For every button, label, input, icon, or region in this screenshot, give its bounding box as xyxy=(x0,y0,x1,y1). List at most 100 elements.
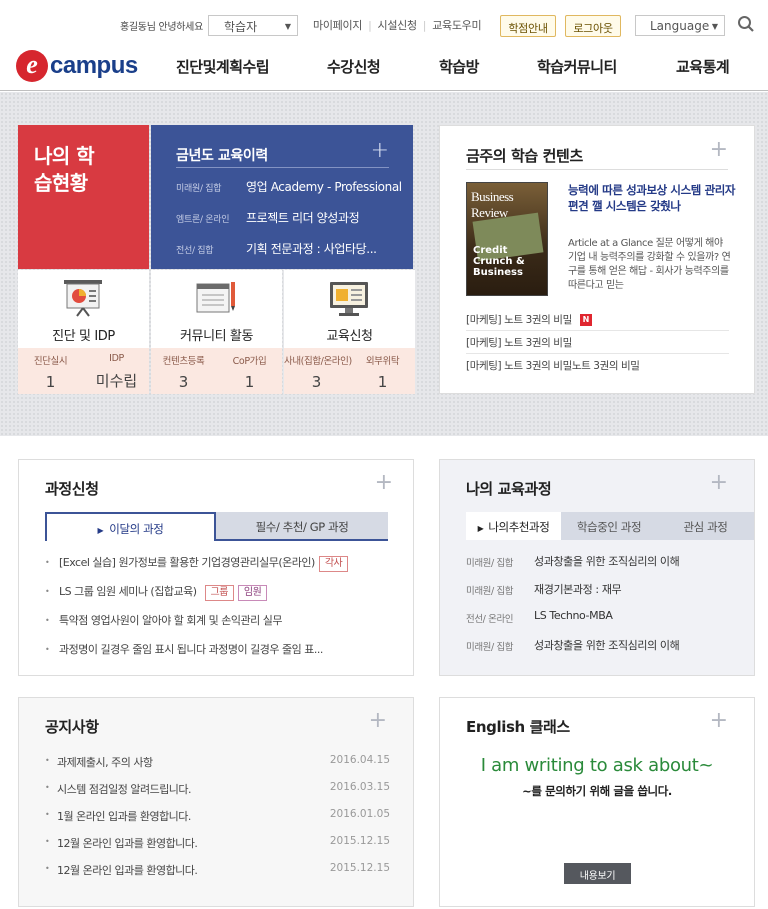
tab-recommended[interactable]: ▶ 나의추천과정 xyxy=(466,512,561,540)
nav-community[interactable]: 학습커뮤니티 xyxy=(537,56,617,77)
notebook-pencil-icon xyxy=(196,282,235,313)
diagnosis-idp-tile[interactable]: 진단 및 IDP 진단실시 1 IDP 미수립 xyxy=(18,270,149,394)
history-row[interactable]: 미래원/ 집합 영업 Academy - Professional xyxy=(176,178,402,196)
nav-enrollment[interactable]: 수강신청 xyxy=(327,56,381,77)
nav-diagnosis[interactable]: 진단및계획수립 xyxy=(176,56,270,77)
english-class-panel: English 클래스 + I am writing to ask about~… xyxy=(439,697,755,907)
bullet: • xyxy=(45,756,50,765)
more-plus-icon[interactable]: + xyxy=(375,470,393,495)
list-item[interactable]: • [Excel 실습] 원가정보를 활용한 기업경영관리실무(온라인) 각사 xyxy=(45,552,395,581)
history-row[interactable]: 전선/ 집합 기획 전문과정 : 사업타당... xyxy=(176,240,393,258)
notice-text: 12월 온라인 입과를 환영합니다. xyxy=(57,837,198,850)
stat-value: 1 xyxy=(377,373,388,391)
tab-interested[interactable]: 관심 과정 xyxy=(657,512,754,540)
history-category: 전선/ 집합 xyxy=(176,246,214,256)
language-select[interactable]: Language ▼ xyxy=(635,15,725,36)
list-item-text: [마케팅] 노트 3권의 비밀 xyxy=(466,337,572,349)
more-plus-icon[interactable]: + xyxy=(710,708,728,733)
course-tabs: ▶ 이달의 과정 필수/ 추천/ GP 과정 xyxy=(45,512,388,541)
more-plus-icon[interactable]: + xyxy=(710,470,728,495)
list-item[interactable]: [마케팅] 노트 3권의 비밀 N xyxy=(466,308,729,331)
tab-in-progress[interactable]: 학습중인 과정 xyxy=(561,512,657,540)
list-item[interactable]: 미래원/ 집합 성과창출을 위한 조직심리의 이해 xyxy=(466,632,736,660)
list-item[interactable]: • 12월 온라인 입과를 환영합니다. 2015.12.15 xyxy=(45,835,390,862)
nav-study-room[interactable]: 학습방 xyxy=(439,56,479,77)
mypage-link[interactable]: 마이페이지 xyxy=(313,17,362,33)
education-request-tile[interactable]: 교육신청 사내(집합/온라인) 3 외부위탁 1 xyxy=(284,270,415,394)
education-history-title: 금년도 교육이력 xyxy=(176,148,268,164)
logo-text: campus xyxy=(50,52,138,79)
book-description: Article at a Glance 질문 어떻게 해야 기업 내 능력주의를… xyxy=(568,238,731,291)
community-activity-tile[interactable]: 커뮤니티 활동 컨텐츠등록 3 CoP가입 1 xyxy=(151,270,282,394)
tile-label: 교육신청 xyxy=(326,329,373,344)
list-item[interactable]: [마케팅] 노트 3권의 비밀 xyxy=(466,331,729,354)
bullet: • xyxy=(45,587,50,596)
history-row[interactable]: 엠트론/ 온라인 프로젝트 리더 양성과정 xyxy=(176,209,393,227)
notice-date: 2016.01.05 xyxy=(329,808,390,820)
english-sentence: I am writing to ask about~ xyxy=(480,755,714,776)
list-item-text: [마케팅] 노트 3권의 비밀 xyxy=(466,314,572,326)
course-category: 미래원/ 집합 xyxy=(466,586,514,597)
list-item-text: 과정명이 길경우 줄임 표시 됩니다 과정명이 길경우 줄임 표... xyxy=(59,643,323,656)
list-item[interactable]: • 1월 온라인 입과를 환영합니다. 2016.01.05 xyxy=(45,808,390,835)
more-plus-icon[interactable]: + xyxy=(371,138,389,163)
list-item-text: 특약점 영업사원이 알아야 할 회계 및 손익관리 실무 xyxy=(59,614,283,627)
utility-links: 마이페이지 | 시설신청 | 교육도우미 xyxy=(313,17,482,33)
more-plus-icon[interactable]: + xyxy=(710,137,728,162)
cover-subtitle: Credit Crunch & Business xyxy=(473,245,525,278)
notice-text: 시스템 점검일정 알려드립니다. xyxy=(57,783,192,796)
course-name: LS Techno-MBA xyxy=(534,609,613,622)
view-content-button[interactable]: 내용보기 xyxy=(564,863,631,884)
notice-text: 1월 온라인 입과를 환영합니다. xyxy=(57,810,191,823)
book-title-link[interactable]: 능력에 따른 성과보상 시스템 관리자 편견 깰 시스템은 갖췄나 xyxy=(568,182,738,214)
book-cover-image[interactable]: Business Review Credit Crunch & Business xyxy=(466,182,548,296)
list-item[interactable]: • 과제제출시, 주의 사항 2016.04.15 xyxy=(45,754,390,781)
course-application-title: 과정신청 xyxy=(45,480,99,498)
history-course: 기획 전문과정 : 사업타당... xyxy=(246,242,377,256)
stat-item: 사내(집합/온라인) 3 xyxy=(284,348,352,391)
stat-item: 진단실시 1 xyxy=(18,348,83,391)
list-item[interactable]: 전선/ 온라인 LS Techno-MBA xyxy=(466,604,736,632)
logout-button[interactable]: 로그아웃 xyxy=(565,15,621,37)
bullet: • xyxy=(45,837,50,846)
course-name: 성과창출을 위한 조직심리의 이해 xyxy=(534,555,680,568)
logo[interactable]: e campus xyxy=(16,48,138,82)
notice-title: 공지사항 xyxy=(45,718,99,736)
tile-stats: 사내(집합/온라인) 3 외부위탁 1 xyxy=(284,348,415,394)
bullet: • xyxy=(45,558,50,567)
course-category: 미래원/ 집합 xyxy=(466,642,514,653)
help-link[interactable]: 교육도우미 xyxy=(432,17,481,33)
list-item[interactable]: • LS 그룹 임원 세미나 (집합교육) 그룹 임원 xyxy=(45,581,395,610)
role-select-value: 학습자 xyxy=(224,20,258,34)
main-header: e campus 진단및계획수립 수강신청 학습방 학습커뮤니티 교육통계 xyxy=(0,38,768,91)
list-item[interactable]: [마케팅] 노트 3권의 비밀노트 3권의 비밀 xyxy=(466,354,729,377)
list-item[interactable]: 미래원/ 집합 재경기본과정 : 재무 xyxy=(466,576,736,604)
weekly-content-title: 금주의 학습 컨텐츠 xyxy=(466,147,583,165)
tile-label: 진단 및 IDP xyxy=(52,329,115,344)
list-item[interactable]: • 과정명이 길경우 줄임 표시 됩니다 과정명이 길경우 줄임 표... xyxy=(45,639,395,668)
list-item[interactable]: • 시스템 점검일정 알려드립니다. 2016.03.15 xyxy=(45,781,390,808)
facility-request-link[interactable]: 시설신청 xyxy=(378,17,418,33)
tag-badge: 임원 xyxy=(237,585,268,601)
more-plus-icon[interactable]: + xyxy=(369,708,387,733)
tab-this-month[interactable]: ▶ 이달의 과정 xyxy=(45,512,216,541)
nav-statistics[interactable]: 교육통계 xyxy=(676,56,730,77)
stat-value: 3 xyxy=(178,373,189,391)
role-select[interactable]: 학습자 ▼ xyxy=(208,15,298,36)
list-item-text: LS 그룹 임원 세미나 (집합교육) xyxy=(59,585,197,598)
notice-panel: 공지사항 + • 과제제출시, 주의 사항 2016.04.15 • 시스템 점… xyxy=(18,697,414,907)
list-item[interactable]: • 12월 온라인 입과를 환영합니다. 2015.12.15 xyxy=(45,862,390,889)
chevron-down-icon: ▼ xyxy=(284,22,291,31)
list-item[interactable]: • 특약점 영업사원이 알아야 할 회계 및 손익관리 실무 xyxy=(45,610,395,639)
list-item[interactable]: 미래원/ 집합 성과창출을 위한 조직심리의 이해 xyxy=(466,548,736,576)
credit-info-button[interactable]: 학점안내 xyxy=(500,15,556,37)
divider xyxy=(466,169,728,170)
stat-item: 외부위탁 1 xyxy=(350,348,415,391)
tile-stats: 진단실시 1 IDP 미수립 xyxy=(18,348,149,394)
tag-badge: 그룹 xyxy=(204,585,234,601)
triangle-right-icon: ▶ xyxy=(97,526,104,535)
monitor-icon xyxy=(330,282,368,316)
bullet: • xyxy=(45,645,50,654)
search-button[interactable] xyxy=(737,15,757,35)
tab-required[interactable]: 필수/ 추천/ GP 과정 xyxy=(216,512,388,541)
